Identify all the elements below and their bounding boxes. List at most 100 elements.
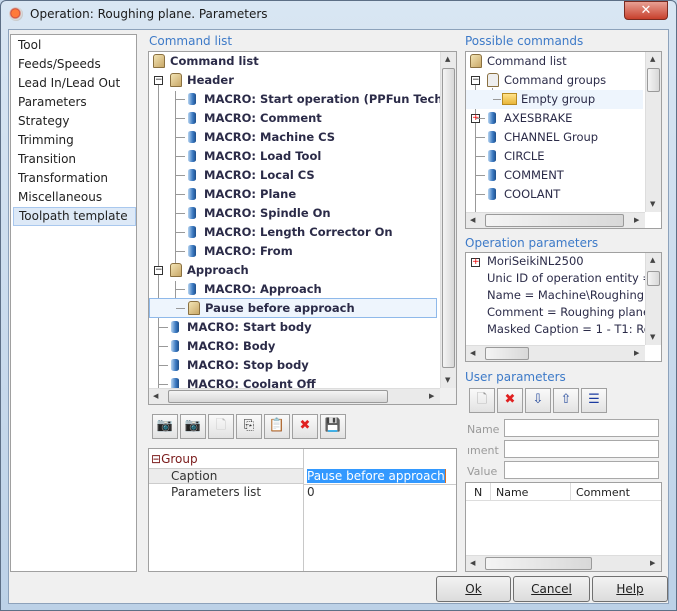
close-button[interactable]: ✕ — [624, 1, 668, 20]
possible-commands-tree: Command list − Command groups Empty grou… — [465, 51, 662, 229]
nav-item-parameters[interactable]: Parameters — [13, 93, 136, 112]
collapse-icon[interactable]: − — [154, 76, 163, 85]
parameters-list-value[interactable]: 0 — [307, 485, 315, 499]
ok-button[interactable]: Ok — [436, 576, 511, 602]
column-n[interactable]: N — [474, 486, 482, 499]
tree-item[interactable]: MACRO: Machine CS — [176, 128, 335, 147]
tree-item[interactable]: MACRO: Stop body — [159, 356, 309, 375]
op-param-item[interactable]: Name = Machine\Roughing pl... — [487, 287, 661, 304]
op-param-item[interactable]: Unic ID of operation entity = ... — [487, 270, 661, 287]
groups-icon — [487, 73, 499, 87]
app-icon — [9, 7, 23, 21]
delete-button[interactable]: ✖ — [292, 414, 318, 439]
tree-item[interactable]: MACRO: Start body — [159, 318, 312, 337]
tree-item[interactable]: MACRO: From — [176, 242, 293, 261]
command-list-tree: Command list − Header MACRO: Start opera… — [148, 51, 457, 405]
nav-item-miscellaneous[interactable]: Miscellaneous — [13, 188, 136, 207]
operation-parameters-label: Operation parameters — [465, 236, 599, 250]
macro-icon — [488, 131, 496, 143]
copy-button[interactable]: ⎘ — [236, 414, 262, 439]
vertical-scrollbar[interactable]: ▲ ▼ — [645, 52, 661, 212]
nav-item-transition[interactable]: Transition — [13, 150, 136, 169]
macro-icon — [188, 283, 196, 295]
tag-icon — [170, 263, 182, 277]
op-param-item[interactable]: Comment = Roughing plane — [487, 304, 650, 321]
tree-item[interactable]: MACRO: Spindle On — [176, 204, 331, 223]
horizontal-scrollbar[interactable]: ◀ ▶ — [466, 555, 661, 571]
tree-node-header[interactable]: Header — [170, 71, 234, 90]
possible-command-item[interactable]: COOLANT — [476, 185, 560, 204]
name-input[interactable] — [504, 419, 659, 437]
new-button[interactable]: 🗋 — [208, 414, 234, 439]
horizontal-scrollbar[interactable]: ◀ ▶ — [149, 388, 440, 404]
nav-item-feeds-speeds[interactable]: Feeds/Speeds — [13, 55, 136, 74]
paste-button[interactable]: 📋 — [264, 414, 290, 439]
value-input[interactable] — [504, 461, 659, 479]
section-nav: Tool Feeds/Speeds Lead In/Lead Out Param… — [10, 34, 137, 572]
op-param-item[interactable]: Masked Caption = 1 - T1: Ro... — [487, 321, 661, 338]
tree-item[interactable]: MACRO: Approach — [176, 280, 322, 299]
horizontal-scrollbar[interactable]: ◀ ▶ — [466, 345, 645, 361]
tree-item[interactable]: MACRO: Load Tool — [176, 147, 321, 166]
possible-command-item[interactable]: CHANNEL Group — [476, 128, 598, 147]
possible-commands-label: Possible commands — [465, 34, 584, 48]
tree-item[interactable]: MACRO: Body — [159, 337, 275, 356]
macro-icon — [188, 245, 196, 257]
move-down-button[interactable]: ⇩ — [525, 388, 551, 413]
macro-icon — [188, 188, 196, 200]
tree-node-approach[interactable]: Approach — [170, 261, 249, 280]
group-header[interactable]: ⊟Group — [151, 452, 198, 466]
tree-item-selected[interactable]: Pause before approach — [176, 299, 355, 318]
collapse-icon[interactable]: − — [154, 266, 163, 275]
macro-icon — [488, 188, 496, 200]
new-param-button[interactable]: 🗋 — [469, 388, 495, 413]
vertical-scrollbar[interactable]: ▲ ▼ — [645, 253, 661, 345]
list-button[interactable]: ☰ — [581, 388, 607, 413]
possible-root[interactable]: Command list — [470, 52, 567, 71]
horizontal-scrollbar[interactable]: ◀ ▶ — [466, 212, 645, 228]
possible-command-item[interactable]: AXESBRAKE — [476, 109, 572, 128]
tree-item[interactable]: MACRO: Length Corrector On — [176, 223, 393, 242]
caption-value-input[interactable]: Pause before approach — [307, 469, 446, 483]
nav-item-strategy[interactable]: Strategy — [13, 112, 136, 131]
command-groups-node[interactable]: Command groups — [487, 71, 606, 90]
tree-item[interactable]: MACRO: Plane — [176, 185, 296, 204]
caption-label: Caption — [171, 469, 218, 483]
macro-icon — [188, 131, 196, 143]
macro-icon — [171, 321, 179, 333]
table-header: N Name Comment — [466, 483, 661, 501]
possible-command-item[interactable]: CIRCLE — [476, 147, 545, 166]
window-title: Operation: Roughing plane. Parameters — [30, 7, 268, 21]
camera-add-button[interactable]: 📷 — [152, 414, 178, 439]
collapse-icon[interactable]: − — [471, 76, 480, 85]
tree-item[interactable]: MACRO: Start operation (PPFun TechInf... — [176, 90, 456, 109]
expand-icon[interactable]: + — [471, 258, 480, 267]
possible-command-item[interactable]: COMMENT — [476, 166, 564, 185]
op-param-root[interactable]: MoriSeikiNL2500 — [487, 253, 584, 270]
nav-item-tool[interactable]: Tool — [13, 36, 136, 55]
column-name[interactable]: Name — [496, 486, 528, 499]
vertical-scrollbar[interactable]: ▲ ▼ — [440, 52, 456, 388]
empty-group-item[interactable]: Empty group — [493, 90, 595, 109]
tree-root[interactable]: Command list — [153, 52, 259, 71]
save-button[interactable]: 💾 — [320, 414, 346, 439]
comment-input[interactable] — [504, 440, 659, 458]
cancel-button[interactable]: Cancel — [513, 576, 590, 602]
camera-button[interactable]: 📷 — [180, 414, 206, 439]
comment-label: ıment — [467, 444, 499, 457]
macro-icon — [188, 169, 196, 181]
property-grid: ⊟Group Caption Pause before approach Par… — [148, 448, 457, 572]
nav-item-toolpath-template[interactable]: Toolpath template — [13, 207, 136, 226]
move-up-button[interactable]: ⇧ — [553, 388, 579, 413]
column-comment[interactable]: Comment — [576, 486, 630, 499]
help-button[interactable]: Help — [592, 576, 668, 602]
tree-item[interactable]: MACRO: Comment — [176, 109, 322, 128]
macro-icon — [188, 150, 196, 162]
tree-item[interactable]: MACRO: Local CS — [176, 166, 315, 185]
nav-item-transformation[interactable]: Transformation — [13, 169, 136, 188]
parameters-list-label: Parameters list — [171, 485, 262, 499]
nav-item-trimming[interactable]: Trimming — [13, 131, 136, 150]
delete-param-button[interactable]: ✖ — [497, 388, 523, 413]
nav-item-lead-in-out[interactable]: Lead In/Lead Out — [13, 74, 136, 93]
tag-icon — [188, 301, 200, 315]
